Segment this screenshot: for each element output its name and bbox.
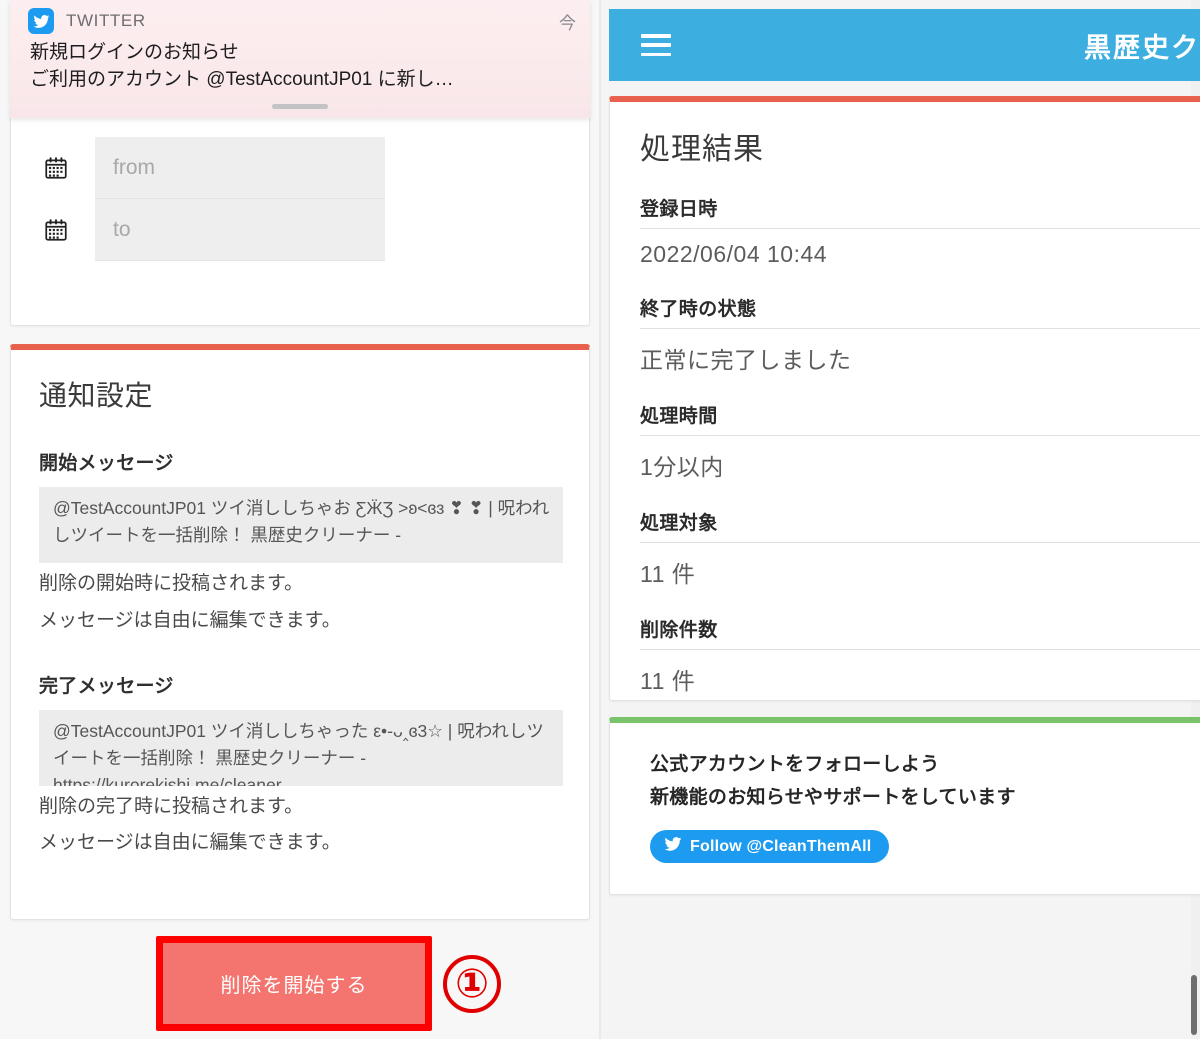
field-value: 11 件 (640, 668, 696, 694)
result-field-deleted-count: 削除件数 11 件 (640, 615, 1200, 696)
field-label: 処理対象 (640, 508, 1200, 543)
result-title: 処理結果 (640, 133, 764, 166)
start-message-help-2: メッセージは自由に編集できます。 (39, 609, 341, 631)
process-result-card: 処理結果 登録日時 2022/06/04 10:44 終了時の状態 正常に完了し… (609, 96, 1200, 701)
hamburger-menu-icon[interactable] (641, 34, 671, 56)
notification-timestamp: 今 (559, 13, 576, 33)
complete-message-label: 完了メッセージ (39, 675, 174, 697)
notification-grabber-handle[interactable] (272, 104, 328, 109)
complete-message-help-1: 削除の完了時に投稿されます。 (39, 795, 304, 817)
vertical-scrollbar-thumb[interactable] (1191, 975, 1197, 1035)
calendar-icon (43, 217, 69, 243)
field-value: 11 件 (640, 561, 696, 587)
follow-headline: 公式アカウントをフォローしよう (650, 754, 940, 775)
notification-title: 新規ログインのお知らせ (30, 42, 239, 63)
date-range-card (10, 108, 590, 326)
follow-official-account-card: 公式アカウントをフォローしよう 新機能のお知らせやサポートをしています Foll… (609, 717, 1200, 895)
field-value: 1分以内 (640, 454, 724, 480)
follow-subline: 新機能のお知らせやサポートをしています (650, 786, 1016, 808)
right-panel-result-screen: 黒歴史クリーナー 処理結果 登録日時 2022/06/04 10:44 終了時の… (600, 0, 1200, 1039)
start-message-textarea[interactable] (39, 487, 563, 563)
result-field-registered-at: 登録日時 2022/06/04 10:44 (640, 194, 1200, 268)
twitter-follow-button[interactable]: Follow @CleanThemAll (650, 830, 890, 864)
date-from-input[interactable] (95, 137, 385, 199)
notification-message: ご利用のアカウント @TestAccountJP01 に新し… (30, 68, 454, 90)
complete-message-textarea[interactable] (39, 709, 563, 786)
complete-message-help-2: メッセージは自由に編集できます。 (39, 832, 341, 854)
date-to-row (11, 199, 589, 261)
left-panel-settings-screen: TWITTER 今 新規ログインのお知らせ ご利用のアカウント @TestAcc… (0, 0, 600, 1039)
field-label: 登録日時 (640, 194, 1200, 229)
field-label: 処理時間 (640, 401, 1200, 436)
result-field-target-count: 処理対象 11 件 (640, 508, 1200, 589)
field-value: 2022/06/04 10:44 (640, 241, 828, 267)
date-to-input[interactable] (95, 199, 385, 261)
field-value: 正常に完了しました (640, 347, 852, 373)
result-field-duration: 処理時間 1分以内 (640, 401, 1200, 482)
notification-body: 新規ログインのお知らせ ご利用のアカウント @TestAccountJP01 に… (10, 36, 590, 94)
notification-settings-title: 通知設定 (39, 380, 154, 411)
notification-app-name: TWITTER (66, 11, 146, 30)
screenshot-root: TWITTER 今 新規ログインのお知らせ ご利用のアカウント @TestAcc… (0, 0, 1200, 1039)
twitter-bird-icon (28, 8, 54, 34)
start-message-help-1: 削除の開始時に投稿されます。 (39, 573, 304, 594)
app-bar: 黒歴史クリーナー (609, 9, 1200, 81)
date-from-row (11, 137, 589, 199)
notification-settings-card: 通知設定 開始メッセージ 削除の開始時に投稿されます。 メッセージは自由に編集で… (10, 344, 590, 920)
panel-divider (599, 0, 601, 1039)
field-label: 終了時の状態 (640, 294, 1200, 329)
annotation-marker-1: ① (443, 955, 501, 1013)
calendar-icon (43, 155, 69, 181)
twitter-bird-icon (664, 835, 682, 858)
result-field-final-status: 終了時の状態 正常に完了しました (640, 294, 1200, 375)
field-label: 削除件数 (640, 615, 1200, 650)
twitter-notification-banner[interactable]: TWITTER 今 新規ログインのお知らせ ご利用のアカウント @TestAcc… (10, 0, 590, 118)
app-title: 黒歴史クリーナー (1084, 32, 1200, 63)
notification-header: TWITTER 今 (10, 0, 590, 36)
start-message-label: 開始メッセージ (39, 453, 174, 474)
start-delete-button[interactable]: 削除を開始する (163, 943, 425, 1024)
follow-button-label: Follow @CleanThemAll (690, 837, 872, 855)
